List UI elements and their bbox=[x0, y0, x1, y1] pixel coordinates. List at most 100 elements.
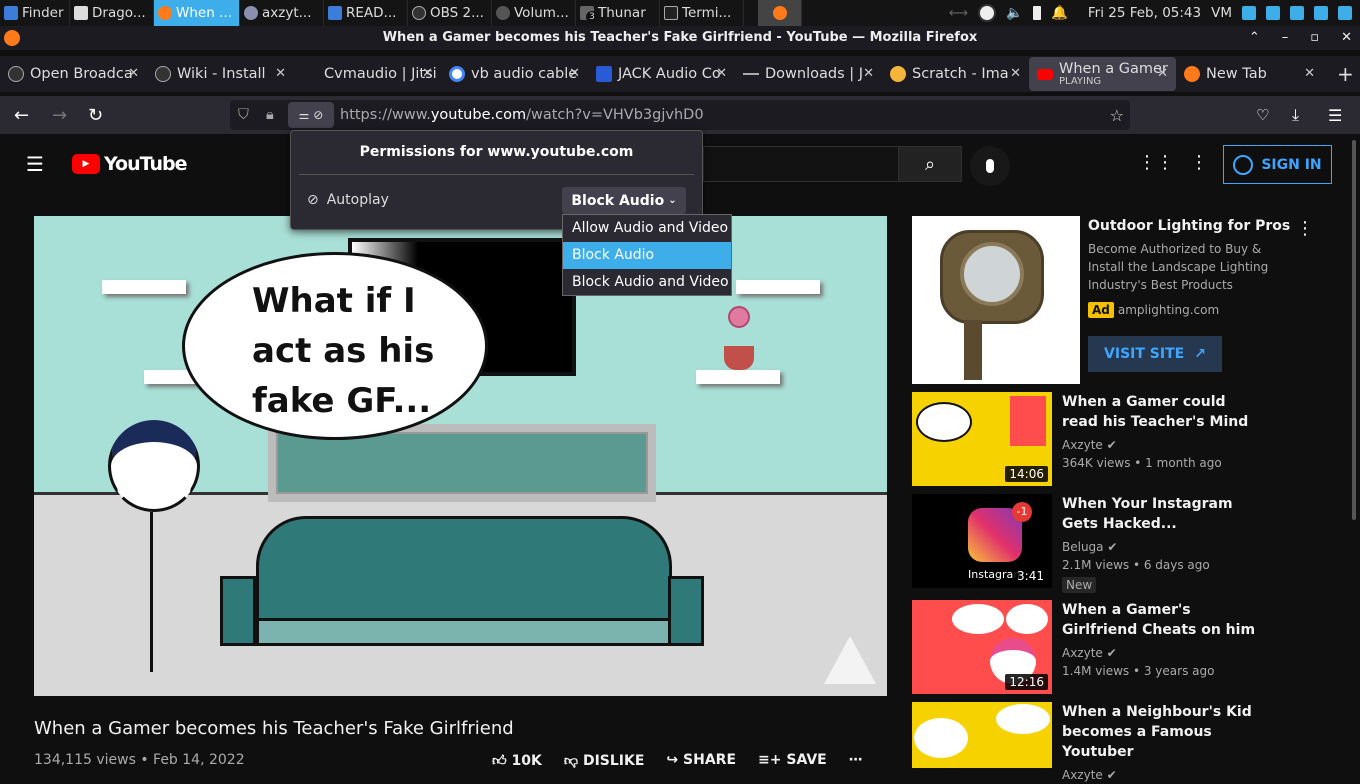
battery-icon[interactable] bbox=[1033, 6, 1042, 20]
dislike-button[interactable]: 👎︎ DISLIKE bbox=[564, 752, 645, 769]
visit-site-button[interactable]: VISIT SITE ↗ bbox=[1088, 336, 1222, 372]
option-block-audio[interactable]: Block Audio bbox=[563, 242, 731, 269]
search-button[interactable]: ⌕ bbox=[898, 146, 962, 182]
tab-jitsi[interactable]: Cvmaudio | Jitsi ✕ bbox=[294, 57, 441, 91]
tab-close-icon[interactable]: ✕ bbox=[569, 66, 580, 81]
download-icon[interactable]: ⤓ bbox=[1292, 105, 1299, 125]
list-item[interactable]: 14:06 When a Gamer could read his Teache… bbox=[912, 392, 1262, 486]
task-firefox-small[interactable] bbox=[758, 0, 802, 26]
task-terminal[interactable]: Termi... bbox=[660, 0, 744, 26]
permissions-icon[interactable]: ⚌ ⊘ bbox=[288, 102, 334, 128]
tab-obs[interactable]: Open Broadca ✕ bbox=[0, 57, 147, 91]
url-bar[interactable]: ⛉ 🔒︎ ⚌ ⊘ https://www.youtube.com/watch?v… bbox=[230, 100, 1130, 130]
search-input[interactable] bbox=[703, 146, 899, 182]
video-thumbnail[interactable]: 12:16 bbox=[912, 600, 1052, 694]
option-block-audio-video[interactable]: Block Audio and Video bbox=[563, 269, 731, 296]
share-button[interactable]: ↪ SHARE bbox=[666, 752, 736, 769]
autoplay-dropdown: Allow Audio and Video Block Audio Block … bbox=[562, 214, 732, 296]
minimize-icon[interactable]: – bbox=[1282, 26, 1289, 50]
video-title[interactable]: When a Neighbour's Kid becomes a Famous … bbox=[1062, 702, 1262, 762]
document-icon bbox=[328, 6, 342, 20]
tab-close-icon[interactable]: ✕ bbox=[716, 66, 727, 81]
task-readme[interactable]: READ... bbox=[324, 0, 408, 26]
tab-jack[interactable]: JACK Audio Co ✕ bbox=[588, 57, 735, 91]
voice-search-button[interactable] bbox=[970, 146, 1010, 186]
tab-close-icon[interactable]: ✕ bbox=[1010, 66, 1021, 81]
workspace-icon[interactable] bbox=[1314, 6, 1328, 20]
forward-arrow-icon[interactable]: → bbox=[52, 105, 67, 126]
video-title[interactable]: When Your Instagram Gets Hacked... bbox=[1062, 494, 1262, 534]
more-horizontal-icon[interactable]: ⋯ bbox=[849, 752, 863, 769]
apps-grid-icon[interactable]: ⋮⋮ bbox=[1138, 152, 1174, 173]
back-arrow-icon[interactable]: ← bbox=[14, 105, 29, 126]
workspace-icon[interactable] bbox=[1290, 6, 1304, 20]
sign-in-button[interactable]: SIGN IN bbox=[1223, 145, 1332, 184]
tab-close-icon[interactable]: ✕ bbox=[863, 66, 874, 81]
video-player[interactable]: What if I act as his fake GF... bbox=[34, 216, 887, 696]
task-thunar[interactable]: Thunar 3 bbox=[576, 0, 660, 26]
tab-google[interactable]: vb audio cable ✕ bbox=[441, 57, 588, 91]
tab-close-icon[interactable]: ✕ bbox=[422, 66, 433, 81]
menu-icon[interactable]: ☰ bbox=[26, 152, 44, 176]
list-item[interactable]: -1 Instagram 3:41 When Your Instagram Ge… bbox=[912, 494, 1262, 593]
list-item[interactable]: When a Neighbour's Kid becomes a Famous … bbox=[912, 702, 1262, 784]
autoplay-select[interactable]: Block Audio ⌄ bbox=[562, 187, 686, 214]
more-vertical-icon[interactable]: ⋮ bbox=[1190, 152, 1208, 173]
ad-title[interactable]: Outdoor Lighting for Pros bbox=[1088, 216, 1290, 236]
lock-icon[interactable]: 🔒︎ bbox=[266, 107, 280, 123]
tab-close-icon[interactable]: ✕ bbox=[128, 66, 139, 81]
tab-downloads[interactable]: Downloads | J ✕ bbox=[735, 57, 882, 91]
task-dragon[interactable]: Drago... bbox=[70, 0, 154, 26]
task-firefox[interactable]: When ... bbox=[154, 0, 240, 26]
bookmark-star-icon[interactable]: ☆ bbox=[1110, 106, 1124, 125]
tab-close-icon[interactable]: ✕ bbox=[1304, 66, 1315, 81]
shield-icon[interactable]: ⛉ bbox=[238, 107, 254, 123]
close-icon[interactable]: ✕ bbox=[1341, 26, 1352, 50]
task-axzyte[interactable]: axzyt... bbox=[240, 0, 324, 26]
tab-newtab[interactable]: New Tab ✕ bbox=[1176, 57, 1323, 91]
channel-name[interactable]: Axzyte ✔ bbox=[1062, 766, 1262, 784]
chevron-up-icon[interactable]: ⌃ bbox=[1249, 26, 1260, 50]
reload-icon[interactable]: ↻ bbox=[88, 105, 103, 126]
network-icon[interactable]: ⟷ bbox=[949, 5, 968, 21]
hamburger-menu-icon[interactable]: ☰ bbox=[1328, 106, 1342, 125]
watermark-logo bbox=[824, 636, 876, 684]
task-finder[interactable]: Finder bbox=[0, 0, 70, 26]
channel-name[interactable]: Axzyte ✔ bbox=[1062, 436, 1262, 454]
bell-icon[interactable]: 🔔 bbox=[1051, 5, 1068, 21]
task-obs[interactable]: OBS 2... bbox=[408, 0, 492, 26]
autoplay-label: Autoplay bbox=[326, 192, 389, 208]
like-button[interactable]: 👍︎ 10K bbox=[492, 752, 542, 769]
tab-wiki[interactable]: Wiki - Install ✕ bbox=[147, 57, 294, 91]
ad-thumbnail[interactable] bbox=[912, 216, 1080, 384]
list-item[interactable]: 12:16 When a Gamer's Girlfriend Cheats o… bbox=[912, 600, 1262, 694]
channel-name[interactable]: Beluga ✔ bbox=[1062, 538, 1262, 556]
video-thumbnail[interactable] bbox=[912, 702, 1052, 768]
pocket-icon[interactable]: ♡ bbox=[1256, 106, 1269, 124]
video-thumbnail[interactable]: 14:06 bbox=[912, 392, 1052, 486]
new-tab-plus-icon[interactable]: + bbox=[1337, 62, 1354, 86]
channel-name[interactable]: Axzyte ✔ bbox=[1062, 644, 1262, 662]
tab-close-icon[interactable]: ✕ bbox=[275, 66, 286, 81]
obs-tray-icon[interactable] bbox=[978, 4, 997, 22]
maximize-icon[interactable]: ▫ bbox=[1310, 26, 1319, 50]
tab-scratch[interactable]: Scratch - Ima ✕ bbox=[882, 57, 1029, 91]
tab-youtube-active[interactable]: When a Gamer PLAYING ✕ bbox=[1029, 57, 1176, 91]
page-scrollbar[interactable] bbox=[1352, 140, 1356, 520]
workspace-icon[interactable] bbox=[1242, 6, 1256, 20]
video-thumbnail[interactable]: -1 Instagram 3:41 bbox=[912, 494, 1052, 588]
save-button[interactable]: ≡+ SAVE bbox=[758, 752, 827, 769]
video-title[interactable]: When a Gamer's Girlfriend Cheats on him bbox=[1062, 600, 1262, 640]
option-allow-audio-video[interactable]: Allow Audio and Video bbox=[563, 215, 731, 242]
youtube-logo[interactable]: ▶ YouTube bbox=[72, 153, 187, 175]
task-volume[interactable]: Volum... bbox=[492, 0, 576, 26]
ad-more-vertical-icon[interactable]: ⋮ bbox=[1296, 218, 1314, 239]
tab-close-icon[interactable]: ✕ bbox=[1157, 66, 1168, 81]
url-text[interactable]: https://www.youtube.com/watch?v=VHVb3gjv… bbox=[340, 107, 704, 123]
autoplay-row: ⊘ Autoplay bbox=[307, 192, 389, 208]
clock[interactable]: Fri 25 Feb, 05:43 bbox=[1088, 5, 1201, 21]
workspace-icon[interactable] bbox=[1266, 6, 1280, 20]
workspace-icon[interactable] bbox=[1338, 6, 1352, 20]
video-title[interactable]: When a Gamer could read his Teacher's Mi… bbox=[1062, 392, 1262, 432]
speaker-icon[interactable]: 🔈 bbox=[1006, 5, 1023, 21]
